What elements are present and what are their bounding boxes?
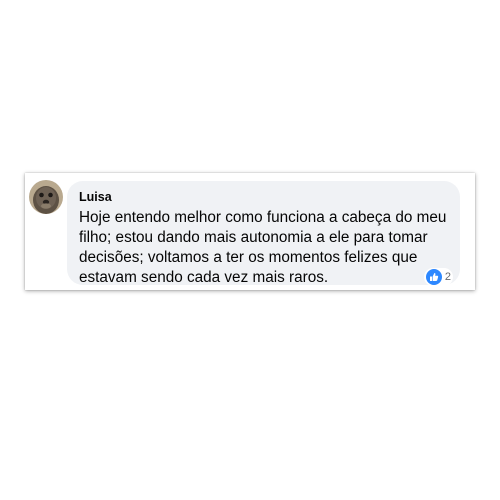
comment-author[interactable]: Luisa [79,189,450,206]
comment-card: Luisa Hoje entendo melhor como funciona … [25,173,475,290]
comment-bubble: Luisa Hoje entendo melhor como funciona … [67,181,460,286]
avatar-image [29,180,63,214]
avatar[interactable] [29,180,63,214]
like-icon [425,269,442,285]
reaction-count: 2 [444,271,451,283]
comment-text: Hoje entendo melhor como funciona a cabe… [79,209,447,286]
reaction-summary[interactable]: 2 [423,268,453,286]
